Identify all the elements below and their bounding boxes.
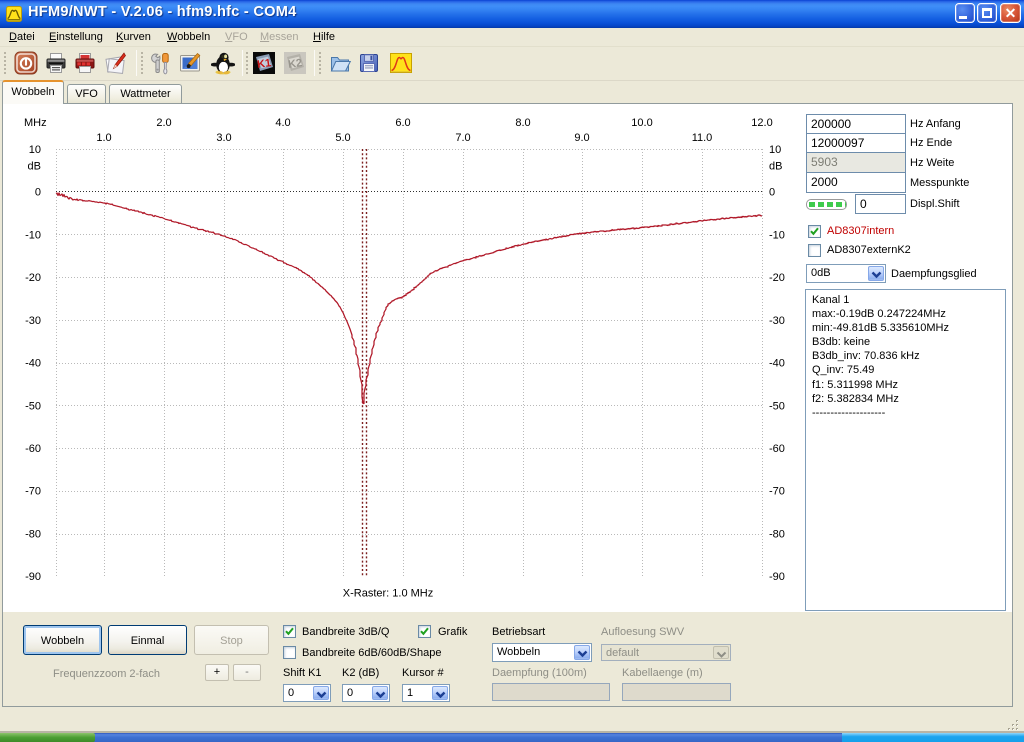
svg-text:-30: -30 (25, 315, 41, 327)
svg-text:0: 0 (769, 187, 775, 199)
svg-text:-10: -10 (25, 230, 41, 242)
svg-text:-50: -50 (25, 400, 41, 412)
svg-text:6.0: 6.0 (395, 117, 410, 129)
svg-text:5.0: 5.0 (335, 132, 350, 144)
svg-text:-60: -60 (25, 443, 41, 455)
svg-text:-50: -50 (769, 400, 785, 412)
svg-text:10: 10 (29, 144, 41, 156)
svg-text:K1: K1 (256, 57, 272, 71)
svg-text:10.0: 10.0 (631, 117, 652, 129)
svg-text:-80: -80 (25, 528, 41, 540)
svg-text:dB: dB (28, 160, 41, 172)
svg-text:-60: -60 (769, 443, 785, 455)
svg-text:8.0: 8.0 (515, 117, 530, 129)
svg-text:11.0: 11.0 (692, 132, 713, 144)
svg-text:-40: -40 (769, 358, 785, 370)
svg-text:1.0: 1.0 (96, 132, 111, 144)
svg-text:7.0: 7.0 (455, 132, 470, 144)
svg-text:-70: -70 (769, 486, 785, 498)
svg-text:-40: -40 (25, 358, 41, 370)
svg-text:X-Raster: 1.0 MHz: X-Raster: 1.0 MHz (343, 588, 433, 600)
svg-text:2.0: 2.0 (156, 117, 171, 129)
svg-text:10: 10 (769, 144, 781, 156)
svg-text:9.0: 9.0 (574, 132, 589, 144)
svg-text:4.0: 4.0 (275, 117, 290, 129)
svg-text:0: 0 (35, 187, 41, 199)
svg-text:-20: -20 (25, 272, 41, 284)
svg-text:dB: dB (769, 160, 782, 172)
svg-text:-90: -90 (25, 571, 41, 583)
svg-text:-80: -80 (769, 528, 785, 540)
svg-text:-30: -30 (769, 315, 785, 327)
svg-text:-20: -20 (769, 272, 785, 284)
svg-text:-70: -70 (25, 486, 41, 498)
svg-text:MHz: MHz (24, 117, 47, 129)
svg-text:12.0: 12.0 (751, 117, 772, 129)
svg-text:K2: K2 (287, 57, 303, 71)
svg-text:-10: -10 (769, 230, 785, 242)
svg-text:-90: -90 (769, 571, 785, 583)
svg-text:3.0: 3.0 (216, 132, 231, 144)
